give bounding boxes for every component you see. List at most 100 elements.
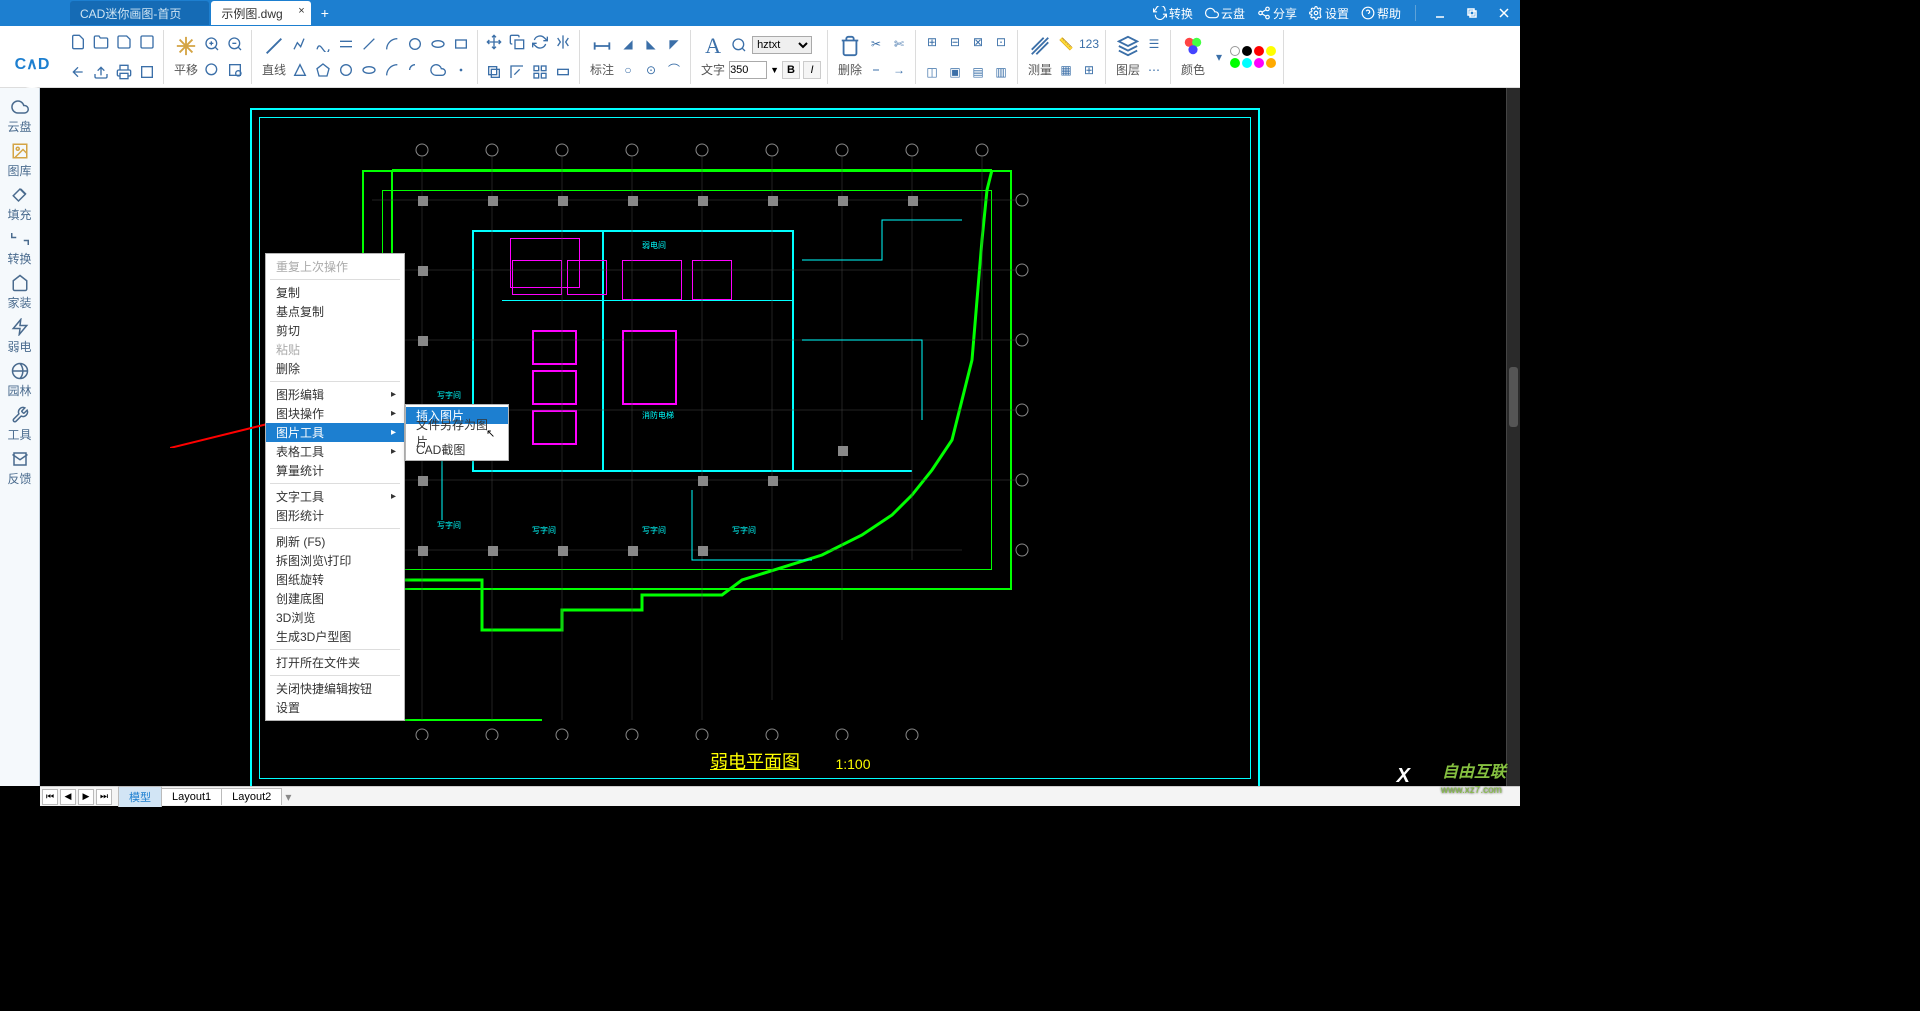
ctx-basecopy[interactable]: 基点复制 xyxy=(266,302,404,321)
zoomin-icon[interactable] xyxy=(202,34,222,54)
sidebar-fill[interactable]: 填充 xyxy=(0,182,40,226)
ctx-rotate[interactable]: 图纸旋转 xyxy=(266,570,404,589)
ctx-settings[interactable]: 设置 xyxy=(266,698,404,717)
print-icon[interactable] xyxy=(114,62,134,82)
triangle-icon[interactable] xyxy=(290,60,310,80)
ctx-create-base[interactable]: 创建底图 xyxy=(266,589,404,608)
font-select[interactable]: hztxt xyxy=(752,36,812,54)
circle2-icon[interactable] xyxy=(336,60,356,80)
move-icon[interactable] xyxy=(484,32,504,52)
tab-model[interactable]: 模型 xyxy=(118,786,162,807)
tab-layout1[interactable]: Layout1 xyxy=(161,788,222,805)
color-swatches[interactable] xyxy=(1229,45,1277,69)
zoomout-icon[interactable] xyxy=(225,34,245,54)
ctx-3d-view[interactable]: 3D浏览 xyxy=(266,608,404,627)
sub-save-as-image[interactable]: 文件另存为图片 xyxy=(406,424,508,441)
close-icon[interactable]: × xyxy=(298,5,304,17)
nav-next[interactable]: ▶ xyxy=(78,789,94,805)
ctx-image-tools[interactable]: 图片工具▸ xyxy=(266,423,404,442)
dim4-icon[interactable]: ○ xyxy=(618,60,638,80)
rotate-icon[interactable] xyxy=(530,32,550,52)
dim2-icon[interactable]: ◣ xyxy=(641,34,661,54)
tab-home[interactable]: CAD迷你画图-首页 xyxy=(70,1,209,25)
align7-icon[interactable]: ▤ xyxy=(968,62,988,82)
align6-icon[interactable]: ▣ xyxy=(945,62,965,82)
measure1-icon[interactable]: 📏 xyxy=(1056,34,1076,54)
ellipse-icon[interactable] xyxy=(428,34,448,54)
close-button[interactable] xyxy=(1488,0,1520,26)
layer-list-icon[interactable]: ☰ xyxy=(1144,34,1164,54)
pdf-icon[interactable] xyxy=(137,62,157,82)
italic-button[interactable]: I xyxy=(803,61,821,79)
align8-icon[interactable]: ▥ xyxy=(991,62,1011,82)
arc-icon[interactable] xyxy=(382,34,402,54)
dim-button[interactable]: 标注 xyxy=(586,35,618,78)
cloud-icon[interactable] xyxy=(428,60,448,80)
offset-icon[interactable] xyxy=(484,62,504,82)
text-button[interactable]: A文字 xyxy=(697,35,729,78)
bold-button[interactable]: B xyxy=(782,61,800,79)
app-logo[interactable]: C∧D xyxy=(8,40,56,88)
point-icon[interactable] xyxy=(451,60,471,80)
ctx-shape-edit[interactable]: 图形编辑▸ xyxy=(266,385,404,404)
zoomwindow-icon[interactable] xyxy=(225,60,245,80)
line-button[interactable]: 直线 xyxy=(258,35,290,78)
dim3-icon[interactable]: ◤ xyxy=(664,34,684,54)
extend-icon[interactable]: → xyxy=(889,60,909,80)
ctx-copy[interactable]: 复制 xyxy=(266,283,404,302)
align4-icon[interactable]: ⊡ xyxy=(991,32,1011,52)
open-icon[interactable] xyxy=(91,32,111,52)
sidebar-convert[interactable]: 转换 xyxy=(0,226,40,270)
measure4-icon[interactable]: ⊞ xyxy=(1079,60,1099,80)
cloud-link[interactable]: 云盘 xyxy=(1205,5,1245,22)
circle-icon[interactable] xyxy=(405,34,425,54)
ctx-calc[interactable]: 算量统计 xyxy=(266,461,404,480)
copy-icon[interactable] xyxy=(507,32,527,52)
rect-icon[interactable] xyxy=(451,34,471,54)
scale-icon[interactable] xyxy=(507,62,527,82)
sidebar-feedback[interactable]: 反馈 xyxy=(0,446,40,490)
sidebar-land[interactable]: 园林 xyxy=(0,358,40,402)
mirror-icon[interactable] xyxy=(553,32,573,52)
dim5-icon[interactable]: ⊙ xyxy=(641,60,661,80)
ctx-table-tools[interactable]: 表格工具▸ xyxy=(266,442,404,461)
font-size-input[interactable] xyxy=(729,61,767,79)
ctx-gen-3d[interactable]: 生成3D户型图 xyxy=(266,627,404,646)
convert-link[interactable]: 转换 xyxy=(1153,5,1193,22)
sidebar-tools[interactable]: 工具 xyxy=(0,402,40,446)
ctx-refresh[interactable]: 刷新 (F5) xyxy=(266,532,404,551)
sidebar-cloud[interactable]: 云盘 xyxy=(0,94,40,138)
share-link[interactable]: 分享 xyxy=(1257,5,1297,22)
layer-button[interactable]: 图层 xyxy=(1112,35,1144,78)
zoomextent-icon[interactable] xyxy=(202,60,222,80)
ctx-close-shortcut[interactable]: 关闭快捷编辑按钮 xyxy=(266,679,404,698)
align1-icon[interactable]: ⊞ xyxy=(922,32,942,52)
array-icon[interactable] xyxy=(530,62,550,82)
color-button[interactable]: 颜色 xyxy=(1177,35,1209,78)
tab-layout2[interactable]: Layout2 xyxy=(221,788,282,805)
scissors-icon[interactable]: ✄ xyxy=(889,34,909,54)
tab-example[interactable]: 示例图.dwg× xyxy=(211,1,310,25)
minimize-button[interactable] xyxy=(1424,0,1456,26)
save-icon[interactable] xyxy=(114,32,134,52)
measure2-icon[interactable]: 123 xyxy=(1079,34,1099,54)
dim6-icon[interactable]: ⌒ xyxy=(664,60,684,80)
ctx-block-ops[interactable]: 图块操作▸ xyxy=(266,404,404,423)
spline-icon[interactable] xyxy=(313,34,333,54)
align2-icon[interactable]: ⊟ xyxy=(945,32,965,52)
ctx-browse-print[interactable]: 拆图浏览\打印 xyxy=(266,551,404,570)
settings-link[interactable]: 设置 xyxy=(1309,5,1349,22)
ctx-open-folder[interactable]: 打开所在文件夹 xyxy=(266,653,404,672)
ctx-text-tools[interactable]: 文字工具▸ xyxy=(266,487,404,506)
dim1-icon[interactable]: ◢ xyxy=(618,34,638,54)
arc2-icon[interactable] xyxy=(382,60,402,80)
ctx-delete[interactable]: 删除 xyxy=(266,359,404,378)
polyline-icon[interactable] xyxy=(290,34,310,54)
measure-button[interactable]: 测量 xyxy=(1024,35,1056,78)
sidebar-house[interactable]: 家装 xyxy=(0,270,40,314)
arc3-icon[interactable] xyxy=(405,60,425,80)
sidebar-gallery[interactable]: 图库 xyxy=(0,138,40,182)
pentagon-icon[interactable] xyxy=(313,60,333,80)
nav-last[interactable]: ⏭ xyxy=(96,789,112,805)
sidebar-elec[interactable]: 弱电 xyxy=(0,314,40,358)
